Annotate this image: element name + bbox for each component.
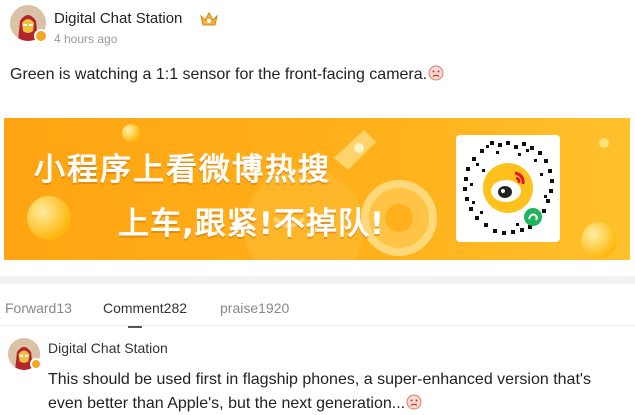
verified-badge-icon bbox=[34, 29, 48, 43]
verified-badge-icon bbox=[30, 358, 42, 370]
promo-banner[interactable]: 小程序上看微博热搜 上车,跟紧!不掉队! bbox=[4, 118, 630, 260]
comment-text-content: This should be used first in flagship ph… bbox=[48, 371, 591, 412]
vip-crown-icon[interactable] bbox=[199, 10, 219, 28]
tab-comment[interactable]: Comment282 bbox=[103, 300, 187, 316]
sad-face-emoji-icon bbox=[406, 394, 422, 410]
comment-item: Digital Chat Station This should be used… bbox=[8, 335, 630, 415]
post-text: Green is watching a 1:1 sensor for the f… bbox=[10, 65, 444, 84]
tab-praise[interactable]: praise1920 bbox=[220, 300, 289, 316]
commenter-name[interactable]: Digital Chat Station bbox=[48, 340, 168, 356]
divider bbox=[0, 325, 635, 326]
banner-subheadline: 上车,跟紧!不掉队! bbox=[118, 206, 386, 242]
post-text-content: Green is watching a 1:1 sensor for the f… bbox=[10, 66, 428, 83]
post-timestamp: 4 hours ago bbox=[54, 32, 118, 46]
sad-face-emoji-icon bbox=[428, 65, 444, 81]
comment-text: This should be used first in flagship ph… bbox=[48, 368, 628, 415]
post-header: Digital Chat Station 4 hours ago bbox=[10, 5, 630, 47]
active-tab-indicator bbox=[128, 326, 142, 328]
action-tabs: Forward13 Comment282 praise1920 bbox=[0, 276, 635, 328]
banner-headline: 小程序上看微博热搜 bbox=[34, 152, 331, 188]
author-name[interactable]: Digital Chat Station bbox=[54, 10, 182, 27]
weibo-mini-program-qr-icon[interactable] bbox=[456, 135, 560, 242]
tab-forward[interactable]: Forward13 bbox=[5, 300, 72, 316]
